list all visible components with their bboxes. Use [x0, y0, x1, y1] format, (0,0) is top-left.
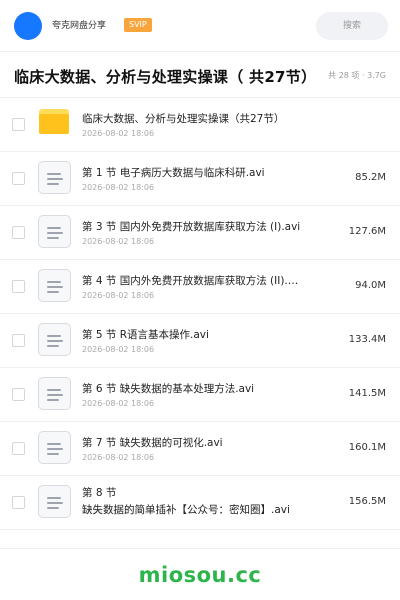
row-checkbox[interactable]: [12, 496, 25, 509]
video-file-icon: [38, 377, 71, 410]
video-file-icon: [38, 269, 71, 302]
file-list: 临床大数据、分析与处理实操课（共27节） 2026-08-02 18:06 第 …: [0, 98, 400, 530]
list-item[interactable]: 第 5 节 R语言基本操作.avi 2026-08-02 18:06 133.4…: [0, 314, 400, 368]
video-file-icon: [38, 431, 71, 464]
video-file-icon: [38, 215, 71, 248]
item-summary: 共 28 项 · 3.7G: [328, 71, 386, 80]
row-checkbox[interactable]: [12, 172, 25, 185]
file-date: 2026-08-02 18:06: [82, 399, 155, 408]
list-item[interactable]: 2026-08-02 18:06 第 8 节 缺失数据的简单插补【公众号：密知圈…: [0, 476, 400, 530]
file-size: 127.6M: [348, 226, 386, 237]
video-file-icon: [38, 485, 71, 518]
file-date: 2026-08-02 18:06: [82, 345, 155, 354]
brand-watermark: miosou.cc: [138, 563, 262, 587]
top-bar: 夸克网盘分享 SVIP 搜索: [0, 0, 400, 52]
search-button[interactable]: 搜索: [316, 12, 388, 40]
row-checkbox[interactable]: [12, 388, 25, 401]
file-name: 第 5 节 R语言基本操作.avi: [82, 329, 209, 341]
row-checkbox[interactable]: [12, 334, 25, 347]
file-size: 133.4M: [348, 334, 386, 345]
avatar[interactable]: [14, 12, 42, 40]
video-file-icon: [38, 323, 71, 356]
file-name: 第 8 节 缺失数据的简单插补【公众号：密知圈】.avi: [82, 485, 302, 519]
footer: miosou.cc: [0, 548, 400, 600]
list-item[interactable]: 第 6 节 缺失数据的基本处理方法.avi 2026-08-02 18:06 1…: [0, 368, 400, 422]
file-date: 2026-08-02 18:06: [82, 237, 155, 246]
list-item-folder[interactable]: 临床大数据、分析与处理实操课（共27节） 2026-08-02 18:06: [0, 98, 400, 152]
folder-title-bar: 临床大数据、分析与处理实操课（ 共27节） 共 28 项 · 3.7G: [0, 52, 400, 98]
page-title: 临床大数据、分析与处理实操课（ 共27节）: [14, 68, 317, 86]
file-name: 第 7 节 缺失数据的可视化.avi: [82, 437, 223, 449]
row-checkbox[interactable]: [12, 226, 25, 239]
row-checkbox[interactable]: [12, 118, 25, 131]
list-item[interactable]: 第 4 节 国内外免费开放数据库获取方法 (II).avi 2026-08-02…: [0, 260, 400, 314]
file-name: 第 4 节 国内外免费开放数据库获取方法 (II).avi: [82, 275, 302, 287]
folder-icon: [39, 109, 69, 134]
list-item[interactable]: 第 7 节 缺失数据的可视化.avi 2026-08-02 18:06 160.…: [0, 422, 400, 476]
row-checkbox[interactable]: [12, 442, 25, 455]
file-name: 第 3 节 国内外免费开放数据库获取方法 (I).avi: [82, 221, 301, 233]
list-item[interactable]: 第 3 节 国内外免费开放数据库获取方法 (I).avi 2026-08-02 …: [0, 206, 400, 260]
file-date: 2026-08-02 18:06: [82, 129, 155, 138]
video-file-icon: [38, 161, 71, 194]
svip-badge: SVIP: [124, 18, 152, 32]
file-size: 94.0M: [355, 280, 386, 291]
file-date: 2026-08-02 18:06: [82, 453, 155, 462]
file-date: 2026-08-02 18:06: [82, 291, 155, 300]
row-checkbox[interactable]: [12, 280, 25, 293]
file-size: 156.5M: [348, 496, 386, 507]
file-date: 2026-08-02 18:06: [82, 183, 155, 192]
owner-name: 夸克网盘分享: [52, 21, 107, 31]
file-size: 85.2M: [355, 172, 386, 183]
list-item[interactable]: 第 1 节 电子病历大数据与临床科研.avi 2026-08-02 18:06 …: [0, 152, 400, 206]
file-name: 临床大数据、分析与处理实操课（共27节）: [82, 113, 285, 125]
file-name-line-1: 第 8 节: [82, 487, 117, 499]
file-name: 第 6 节 缺失数据的基本处理方法.avi: [82, 383, 255, 395]
file-size: 141.5M: [348, 388, 386, 399]
file-name-line-2: 缺失数据的简单插补【公众号：密知圈】.avi: [82, 504, 290, 516]
file-size: 160.1M: [348, 442, 386, 453]
file-name: 第 1 节 电子病历大数据与临床科研.avi: [82, 167, 265, 179]
